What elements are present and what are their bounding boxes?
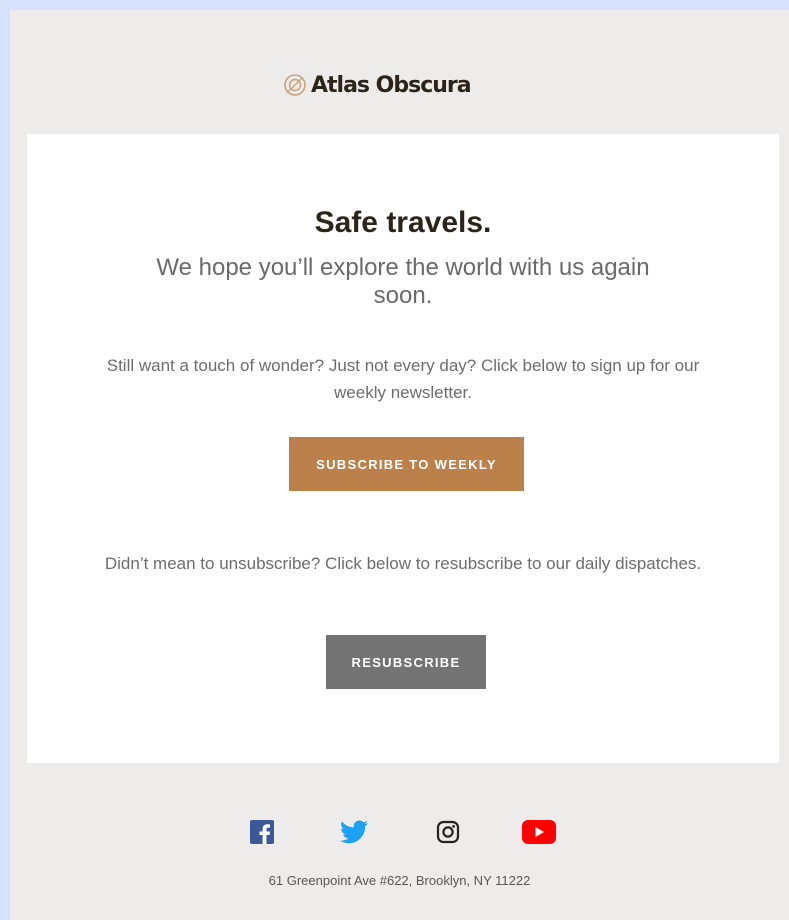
resubscribe-description: Didn’t mean to unsubscribe? Click below … [104, 554, 702, 573]
twitter-link[interactable] [334, 818, 374, 846]
page-title: Safe travels. [314, 206, 492, 239]
email-frame: Atlas Obscura Safe travels. We hope you’… [10, 10, 789, 920]
subtitle: We hope you’ll explore the world with us… [156, 254, 650, 309]
atlas-obscura-logo-icon [284, 74, 306, 96]
facebook-icon [250, 820, 274, 844]
youtube-icon [522, 820, 556, 844]
subscribe-weekly-button[interactable]: SUBSCRIBE TO WEEKLY [289, 437, 524, 491]
footer-address: 61 Greenpoint Ave #622, Brooklyn, NY 112… [268, 873, 531, 888]
brand-logo[interactable]: Atlas Obscura [283, 62, 472, 108]
weekly-description: Still want a touch of wonder? Just not e… [106, 356, 700, 402]
youtube-link[interactable] [519, 818, 559, 846]
instagram-icon [436, 820, 460, 844]
instagram-link[interactable] [428, 818, 468, 846]
brand-name: Atlas Obscura [311, 72, 472, 98]
twitter-icon [340, 820, 368, 844]
resubscribe-button[interactable]: RESUBSCRIBE [326, 635, 486, 689]
facebook-link[interactable] [242, 818, 282, 846]
message-card: Safe travels. We hope you’ll explore the… [27, 134, 779, 763]
